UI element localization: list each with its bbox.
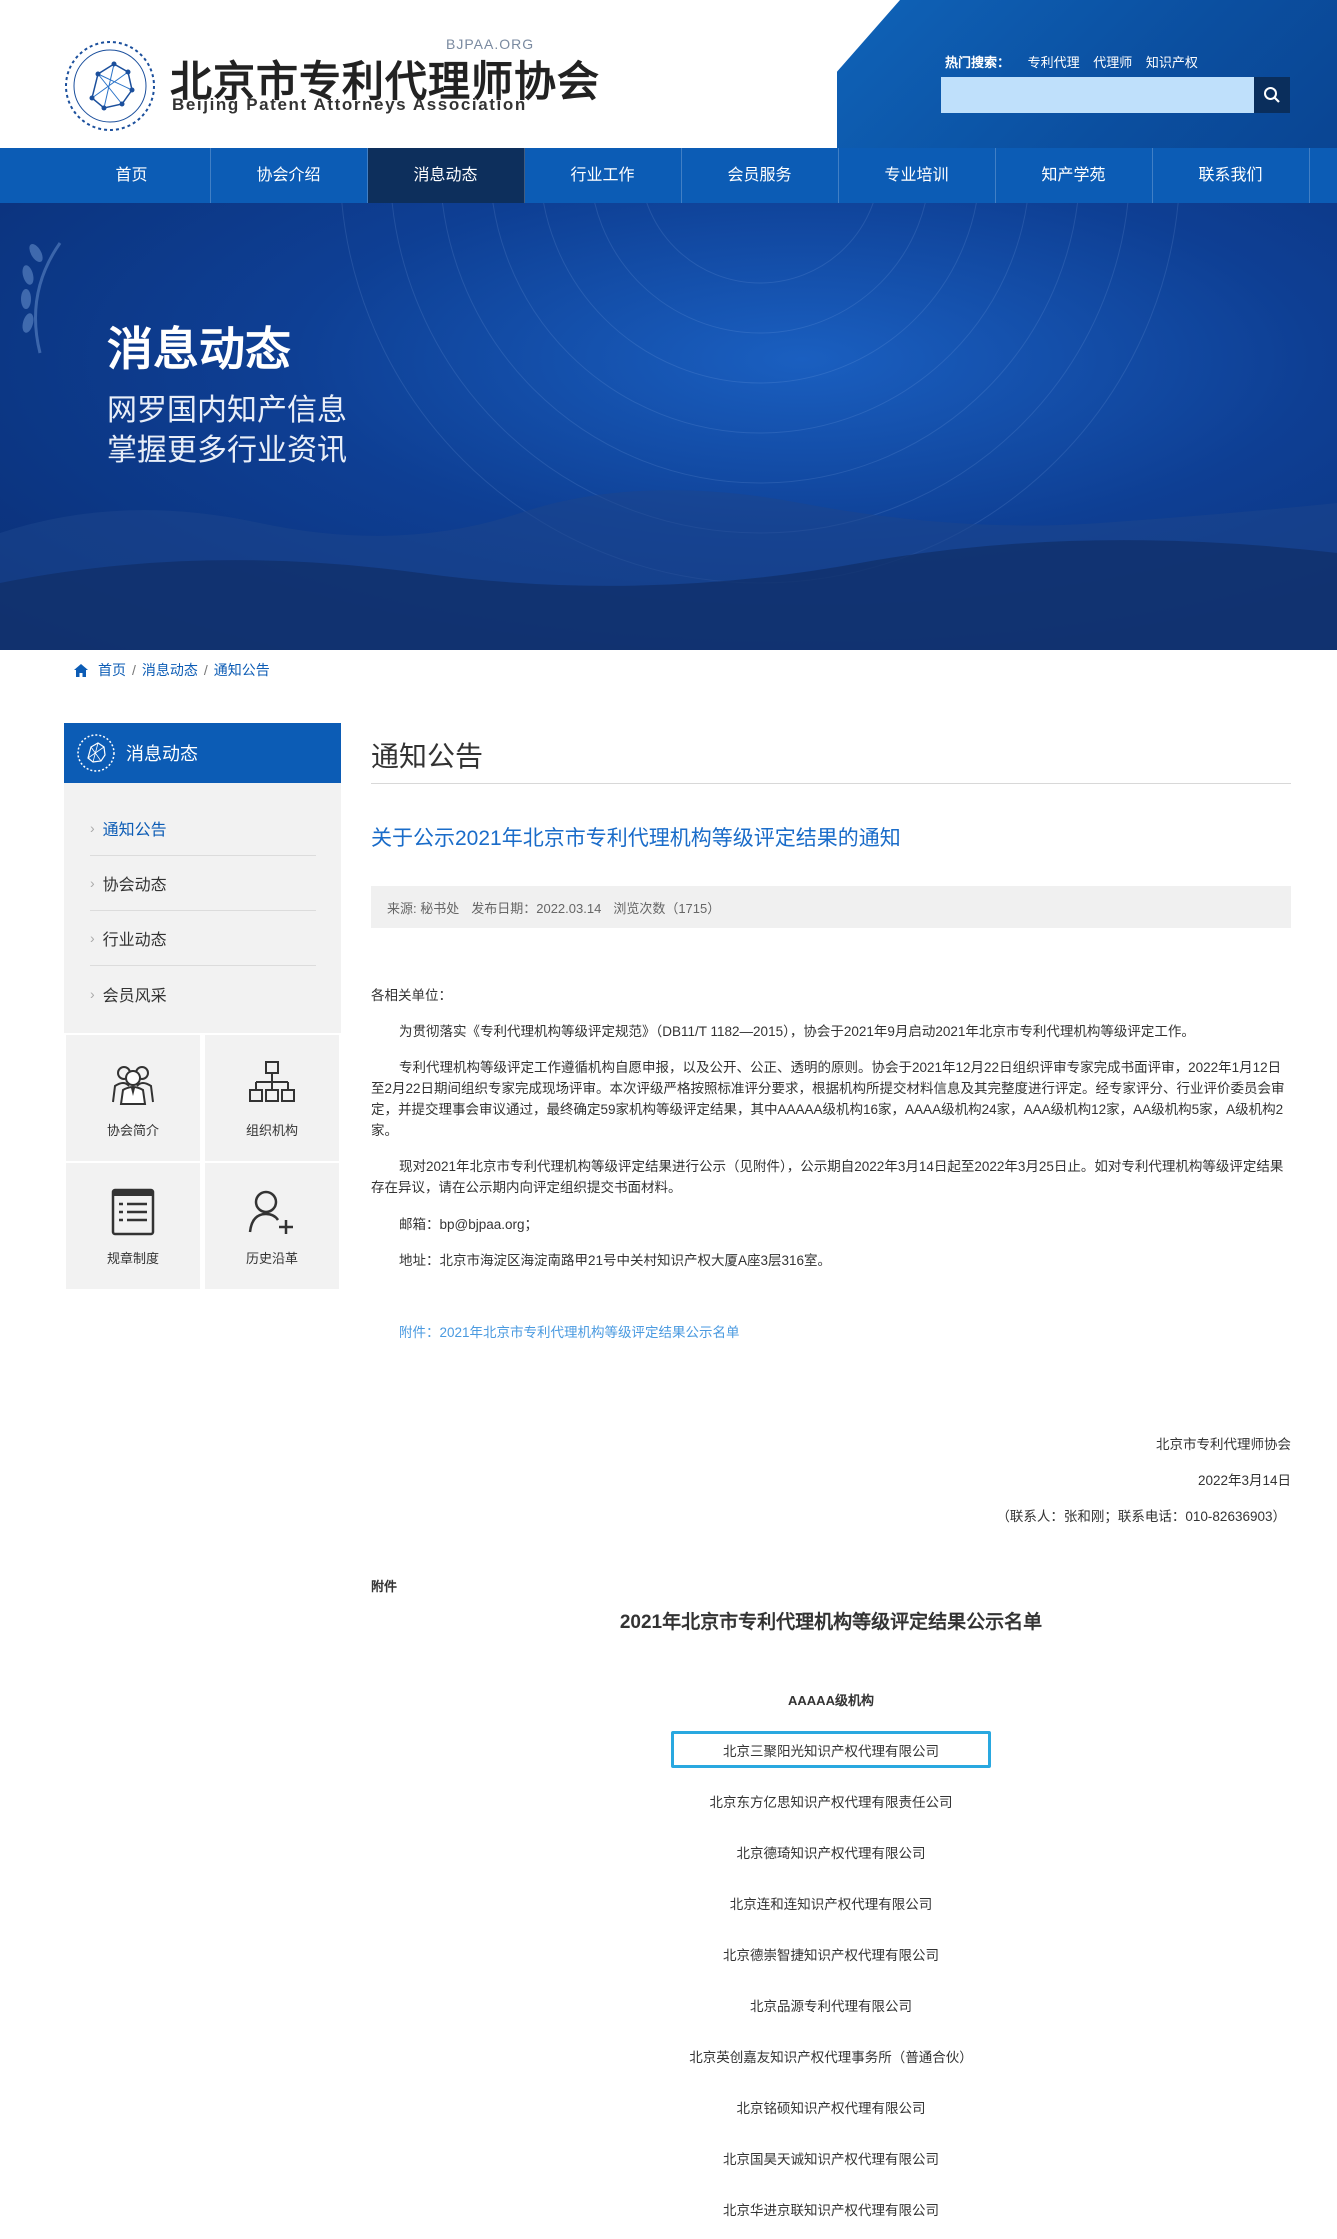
hot-term-link[interactable]: 专利代理 <box>1028 55 1080 70</box>
association-logo-icon[interactable] <box>62 38 158 134</box>
org-chart-icon <box>249 1060 295 1102</box>
firm-list-item: 北京华进京联知识产权代理有限公司 <box>723 2203 939 2218</box>
signature-date: 2022年3月14日 <box>1197 1473 1291 1488</box>
article-paragraph: 为贯彻落实《专利代理机构等级评定规范》（DB11/T 1182—2015），协会… <box>399 1024 1195 1039</box>
firm-list-item: 北京连和连知识产权代理有限公司 <box>729 1897 933 1912</box>
sidebar-title: 消息动态 <box>126 744 198 764</box>
article-paragraph: 现对2021年北京市专利代理机构等级评定结果进行公示（见附件），公示期自2022… <box>371 1159 1284 1195</box>
annex-label: 附件 <box>371 1579 398 1594</box>
contact-address: 地址：北京市海淀区海淀南路甲21号中关村知识产权大厦A座3层316室。 <box>399 1253 832 1268</box>
tile-organization[interactable]: 组织机构 <box>205 1035 339 1161</box>
header-blue-panel <box>837 0 1337 148</box>
meta-source: 来源: 秘书处 <box>387 900 460 916</box>
article-meta: 来源: 秘书处 发布日期：2022.03.14 浏览次数（1715） <box>371 886 1291 928</box>
breadcrumb-home[interactable]: 首页 <box>98 660 126 680</box>
nav-home[interactable]: 首页 <box>54 148 211 203</box>
section-title: 通知公告 <box>371 741 484 772</box>
firm-list-item: 北京三聚阳光知识产权代理有限公司 <box>723 1744 939 1759</box>
sidebar-header: 消息动态 <box>64 723 341 783</box>
contact-email: 邮箱：bp@bjpaa.org； <box>399 1217 539 1232</box>
banner-title: 消息动态 <box>107 323 291 375</box>
tile-regulations[interactable]: 规章制度 <box>66 1163 200 1289</box>
main-nav: 首页 协会介绍 消息动态 行业工作 会员服务 专业培训 知产学苑 联系我们 <box>0 148 1337 203</box>
sidebar-item-notices[interactable]: › 通知公告 <box>90 801 316 856</box>
chevron-right-icon: › <box>90 875 95 891</box>
attachment-link[interactable]: 附件：2021年北京市专利代理机构等级评定结果公示名单 <box>399 1322 740 1343</box>
document-list-icon <box>111 1188 155 1235</box>
chevron-right-icon: › <box>90 930 95 946</box>
hot-term-link[interactable]: 代理师 <box>1093 55 1132 70</box>
firm-list-item: 北京东方亿思知识产权代理有限责任公司 <box>709 1795 953 1810</box>
search-input[interactable] <box>941 77 1254 113</box>
sidebar-item-label: 协会动态 <box>102 877 167 894</box>
meta-views: 浏览次数（1715） <box>613 900 721 916</box>
search-icon <box>1264 87 1280 103</box>
hero-banner: 消息动态 网罗国内知产信息 掌握更多行业资讯 <box>0 203 1337 650</box>
tile-label: 组织机构 <box>245 1122 298 1138</box>
firm-list-item: 北京国昊天诚知识产权代理有限公司 <box>723 2152 939 2167</box>
banner-subtitle-line: 网罗国内知产信息 <box>107 394 347 427</box>
nav-news[interactable]: 消息动态 <box>367 148 525 203</box>
firm-list-item: 北京品源专利代理有限公司 <box>750 1999 912 2014</box>
site-title-en: Beijing Patent Attorneys Association <box>172 95 527 114</box>
sidebar-item-association-news[interactable]: › 协会动态 <box>90 856 316 911</box>
firm-list-item: 北京德琦知识产权代理有限公司 <box>736 1846 926 1861</box>
breadcrumb: 首页 / 消息动态 / 通知公告 <box>74 660 270 680</box>
banner-subtitle: 网罗国内知产信息 掌握更多行业资讯 <box>107 391 347 471</box>
banner-subtitle-line: 掌握更多行业资讯 <box>107 434 347 467</box>
sidebar-item-label: 行业动态 <box>102 932 167 949</box>
nav-training[interactable]: 专业培训 <box>839 148 996 203</box>
firm-list-item: 北京英创嘉友知识产权代理事务所（普通合伙） <box>689 2050 973 2065</box>
members-icon <box>112 1065 154 1105</box>
article-greeting: 各相关单位： <box>371 988 452 1003</box>
header-diagonal <box>770 0 900 148</box>
signature-contact: （联系人：张和刚；联系电话：010-82636903） <box>996 1509 1286 1524</box>
breadcrumb-notices[interactable]: 通知公告 <box>214 660 270 680</box>
tile-label: 规章制度 <box>106 1250 159 1266</box>
firm-list-item: 北京铭硕知识产权代理有限公司 <box>736 2101 926 2116</box>
annex-title: 2021年北京市专利代理机构等级评定结果公示名单 <box>619 1612 1043 1633</box>
firm-list-item: 北京德崇智捷知识产权代理有限公司 <box>723 1948 939 1963</box>
hot-search-label: 热门搜索： <box>945 55 1011 70</box>
chevron-right-icon: › <box>90 985 95 1002</box>
sidebar-item-label: 通知公告 <box>102 822 167 839</box>
nav-academy[interactable]: 知产学苑 <box>996 148 1153 203</box>
association-badge-icon <box>77 734 115 772</box>
sidebar-menu: › 通知公告 › 协会动态 › 行业动态 › 会员风采 <box>64 783 341 1033</box>
breadcrumb-separator: / <box>203 662 208 678</box>
sidebar-item-label: 会员风采 <box>102 987 167 1005</box>
site-header: BJPAA.ORG 北京市专利代理师协会 Beijing Patent Atto… <box>0 0 1337 148</box>
tile-history[interactable]: 历史沿革 <box>205 1163 339 1289</box>
hot-term-link[interactable]: 知识产权 <box>1146 55 1198 70</box>
section-divider <box>371 783 1291 784</box>
meta-date: 发布日期：2022.03.14 <box>471 900 602 916</box>
nav-member-service[interactable]: 会员服务 <box>682 148 839 203</box>
tile-label: 协会简介 <box>106 1122 159 1138</box>
nav-contact[interactable]: 联系我们 <box>1153 148 1310 203</box>
chevron-right-icon: › <box>90 820 95 836</box>
grade-heading: AAAAA级机构 <box>788 1693 874 1708</box>
search-button[interactable] <box>1254 77 1290 113</box>
user-add-icon <box>248 1190 293 1234</box>
breadcrumb-separator: / <box>132 662 136 678</box>
sidebar-item-industry-news[interactable]: › 行业动态 <box>90 911 316 966</box>
sidebar-item-member-showcase[interactable]: › 会员风采 <box>90 966 316 1021</box>
signature-org: 北京市专利代理师协会 <box>1156 1437 1291 1452</box>
tile-label: 历史沿革 <box>245 1250 298 1266</box>
hot-search: 热门搜索： 专利代理 代理师 知识产权 <box>945 52 1208 71</box>
tile-association-intro[interactable]: 协会简介 <box>66 1035 200 1161</box>
nav-about[interactable]: 协会介绍 <box>211 148 368 203</box>
breadcrumb-news[interactable]: 消息动态 <box>142 660 198 680</box>
nav-industry[interactable]: 行业工作 <box>525 148 682 203</box>
home-icon <box>74 663 88 677</box>
article-title: 关于公示2021年北京市专利代理机构等级评定结果的通知 <box>371 827 901 850</box>
article-paragraph: 专利代理机构等级评定工作遵循机构自愿申报，以及公开、公正、透明的原则。协会于20… <box>371 1060 1285 1138</box>
